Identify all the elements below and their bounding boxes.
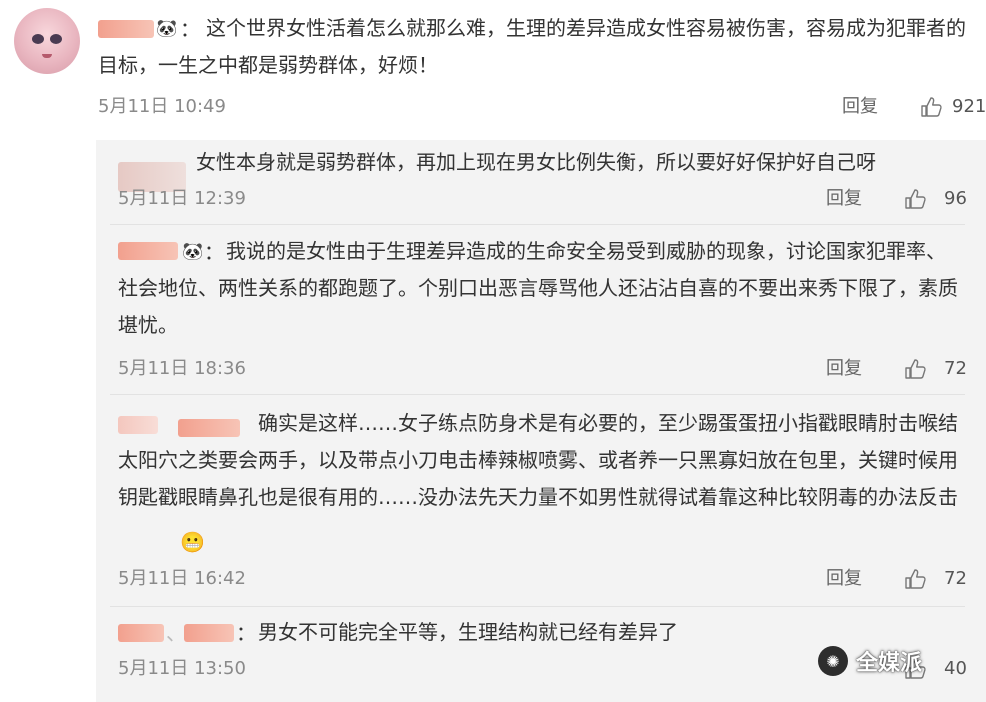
reply-button[interactable]: 回复 — [826, 568, 862, 590]
reply-timestamp: 5月11日 18:36 — [118, 358, 246, 379]
reply-divider — [110, 606, 965, 607]
separator: 、 — [166, 621, 186, 645]
watermark: ✺ 全媒派 — [818, 645, 922, 677]
reply-button[interactable]: 回复 — [826, 188, 862, 210]
comment-timestamp: 5月11日 10:49 — [98, 96, 226, 117]
reply-text: 我说的是女性由于生理差异造成的生命安全易受到威胁的现象，讨论国家犯罪率、社会地位… — [118, 239, 958, 337]
avatar-eye — [32, 34, 44, 44]
separator: ： — [236, 621, 256, 645]
username-redacted[interactable] — [118, 624, 164, 642]
reply-timestamp: 5月11日 16:42 — [118, 568, 246, 589]
reply-divider — [110, 394, 965, 395]
reply-divider — [110, 224, 965, 225]
like-count: 40 — [944, 658, 967, 679]
reply-button[interactable]: 回复 — [826, 358, 862, 380]
commenter-avatar[interactable] — [14, 8, 80, 74]
reply-timestamp: 5月11日 12:39 — [118, 188, 246, 209]
thumbs-up-icon[interactable] — [920, 96, 944, 118]
avatar-eye — [50, 34, 62, 44]
grinning-face-icon: 😬 — [180, 530, 205, 554]
thumbs-up-icon[interactable] — [904, 568, 928, 590]
reply-button[interactable]: 回复 — [842, 96, 878, 118]
reply-text: 男女不可能完全平等，生理结构就已经有差异了 — [258, 620, 678, 644]
like-count: 921 — [952, 96, 986, 117]
like-count: 96 — [944, 188, 967, 209]
like-count: 72 — [944, 568, 967, 589]
reply-text: 女性本身就是弱势群体，再加上现在男女比例失衡，所以要好好保护好自己呀 — [196, 150, 876, 174]
comment-text: 这个世界女性活着怎么就那么难，生理的差异造成女性容易被伤害，容易成为犯罪者的目标… — [98, 16, 966, 77]
avatar-mouth — [42, 54, 52, 58]
username-redacted[interactable] — [184, 624, 234, 642]
watermark-text: 全媒派 — [856, 651, 923, 676]
wechat-logo-icon: ✺ — [818, 646, 848, 676]
like-count: 72 — [944, 358, 967, 379]
thumbs-up-icon[interactable] — [904, 188, 928, 210]
thumbs-up-icon[interactable] — [904, 358, 928, 380]
reply-timestamp: 5月11日 13:50 — [118, 658, 246, 679]
reply-text: 确实是这样……女子练点防身术是有必要的，至少踢蛋蛋扭小指戳眼睛肘击喉结太阳穴之类… — [118, 411, 958, 509]
